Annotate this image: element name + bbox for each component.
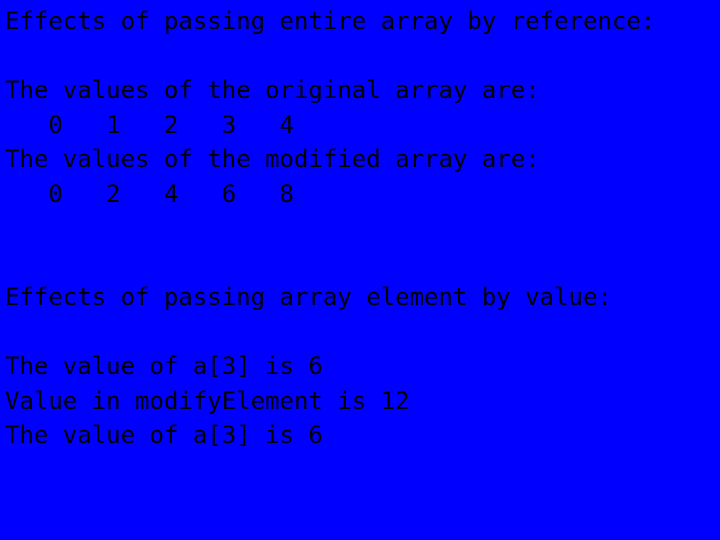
console-text-block: Effects of passing entire array by refer… (5, 4, 720, 453)
console-line-4: 0 1 2 3 4 (5, 110, 294, 139)
console-line-13: The value of a[3] is 6 (5, 421, 323, 449)
console-line-9: Effects of passing array element by valu… (5, 283, 612, 311)
console-output-screen: Effects of passing entire array by refer… (0, 0, 720, 540)
console-line-12: Value in modifyElement is 12 (5, 386, 410, 415)
console-line-3: The values of the original array are: (5, 76, 540, 104)
console-line-11: The value of a[3] is 6 (5, 352, 323, 380)
console-line-1: Effects of passing entire array by refer… (5, 7, 656, 35)
console-line-6: 0 2 4 6 8 (5, 179, 294, 208)
console-line-2 (5, 39, 720, 74)
console-line-5: The values of the modified array are: (5, 145, 540, 173)
console-line-10 (5, 315, 720, 350)
console-line-7 (5, 211, 720, 246)
console-line-8 (5, 246, 720, 281)
